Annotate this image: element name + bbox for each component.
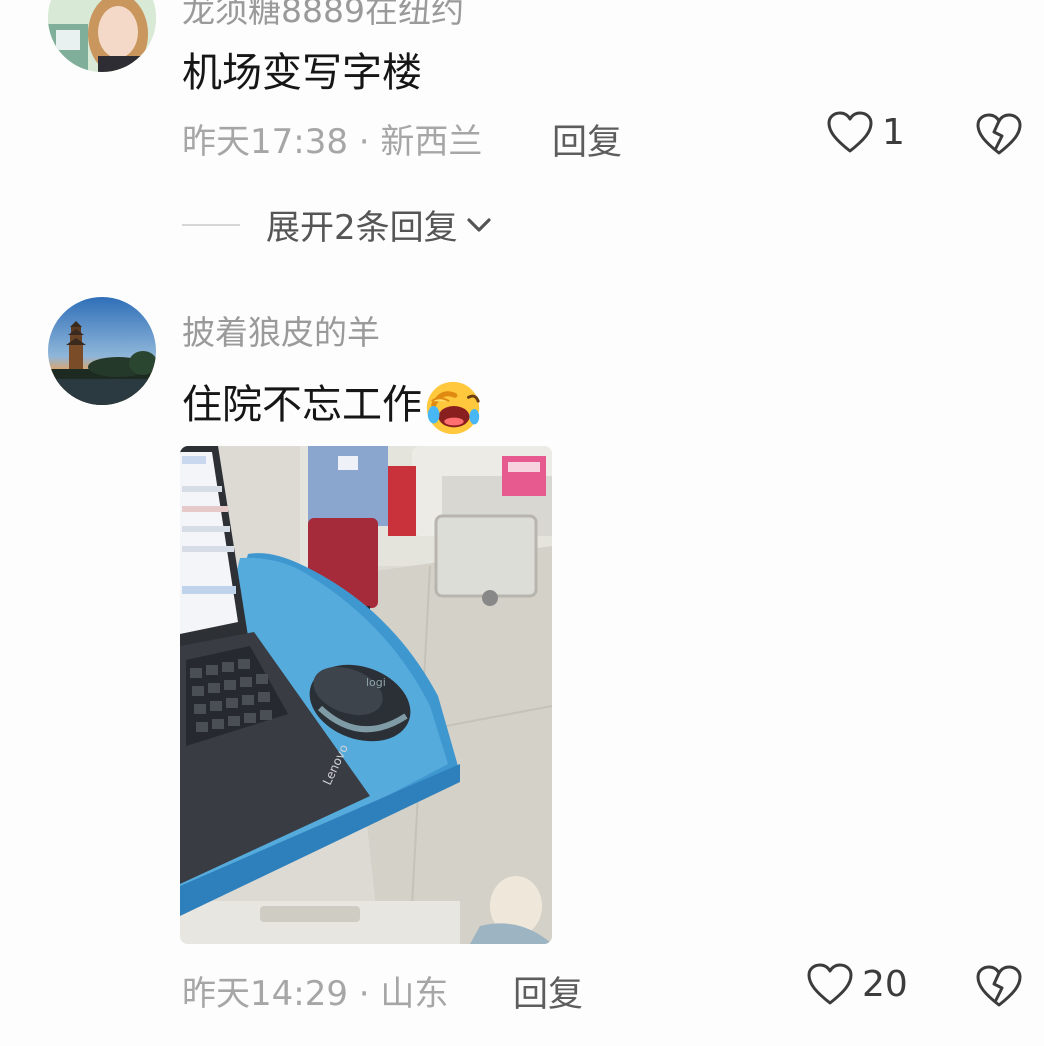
heart-outline-icon (807, 963, 853, 1005)
expand-replies-label: 展开2条回复 (266, 208, 458, 248)
comment-username[interactable]: 龙须糖8889在纽约 (182, 0, 464, 32)
like-count: 1 (882, 111, 905, 153)
comment-time: 昨天17:38 (182, 122, 348, 162)
expand-replies-button[interactable]: 展开2条回复 (182, 200, 496, 249)
avatar[interactable] (48, 297, 156, 405)
comment-photo[interactable]: Lenovo logi (180, 446, 552, 944)
reply-button[interactable]: 回复 (513, 966, 583, 1017)
chevron-down-icon (467, 217, 491, 232)
comment-meta: 昨天17:38 · 新西兰 (182, 114, 482, 163)
dislike-button[interactable] (975, 110, 1023, 158)
broken-heart-icon (976, 965, 1022, 1007)
like-button[interactable]: 20 (806, 962, 908, 1006)
divider (182, 223, 240, 226)
heart-outline-icon (827, 111, 873, 153)
broken-heart-icon (976, 113, 1022, 155)
separator: · (358, 974, 370, 1014)
reply-button[interactable]: 回复 (552, 114, 622, 165)
comment-location: 新西兰 (380, 122, 483, 162)
comment-meta: 昨天14:29 · 山东 (182, 966, 448, 1015)
mouse-brand-label: logi (366, 676, 386, 689)
comment-text: 住院不忘工作 (182, 372, 484, 438)
comment-text: 机场变写字楼 (182, 50, 422, 96)
like-count: 20 (862, 963, 908, 1005)
dislike-button[interactable] (975, 962, 1023, 1010)
comment-location: 山东 (380, 974, 449, 1014)
comment-list: 龙须糖8889在纽约 机场变写字楼 昨天17:38 · 新西兰 回复 1 展开2… (0, 0, 1044, 1046)
comment-text-body: 住院不忘工作 (182, 382, 422, 428)
avatar[interactable] (48, 0, 156, 72)
like-button[interactable]: 1 (826, 110, 905, 154)
comment-username[interactable]: 披着狼皮的羊 (182, 306, 380, 354)
laughing-face-emoji (426, 381, 480, 435)
separator: · (358, 122, 370, 162)
comment-time: 昨天14:29 (182, 974, 348, 1014)
